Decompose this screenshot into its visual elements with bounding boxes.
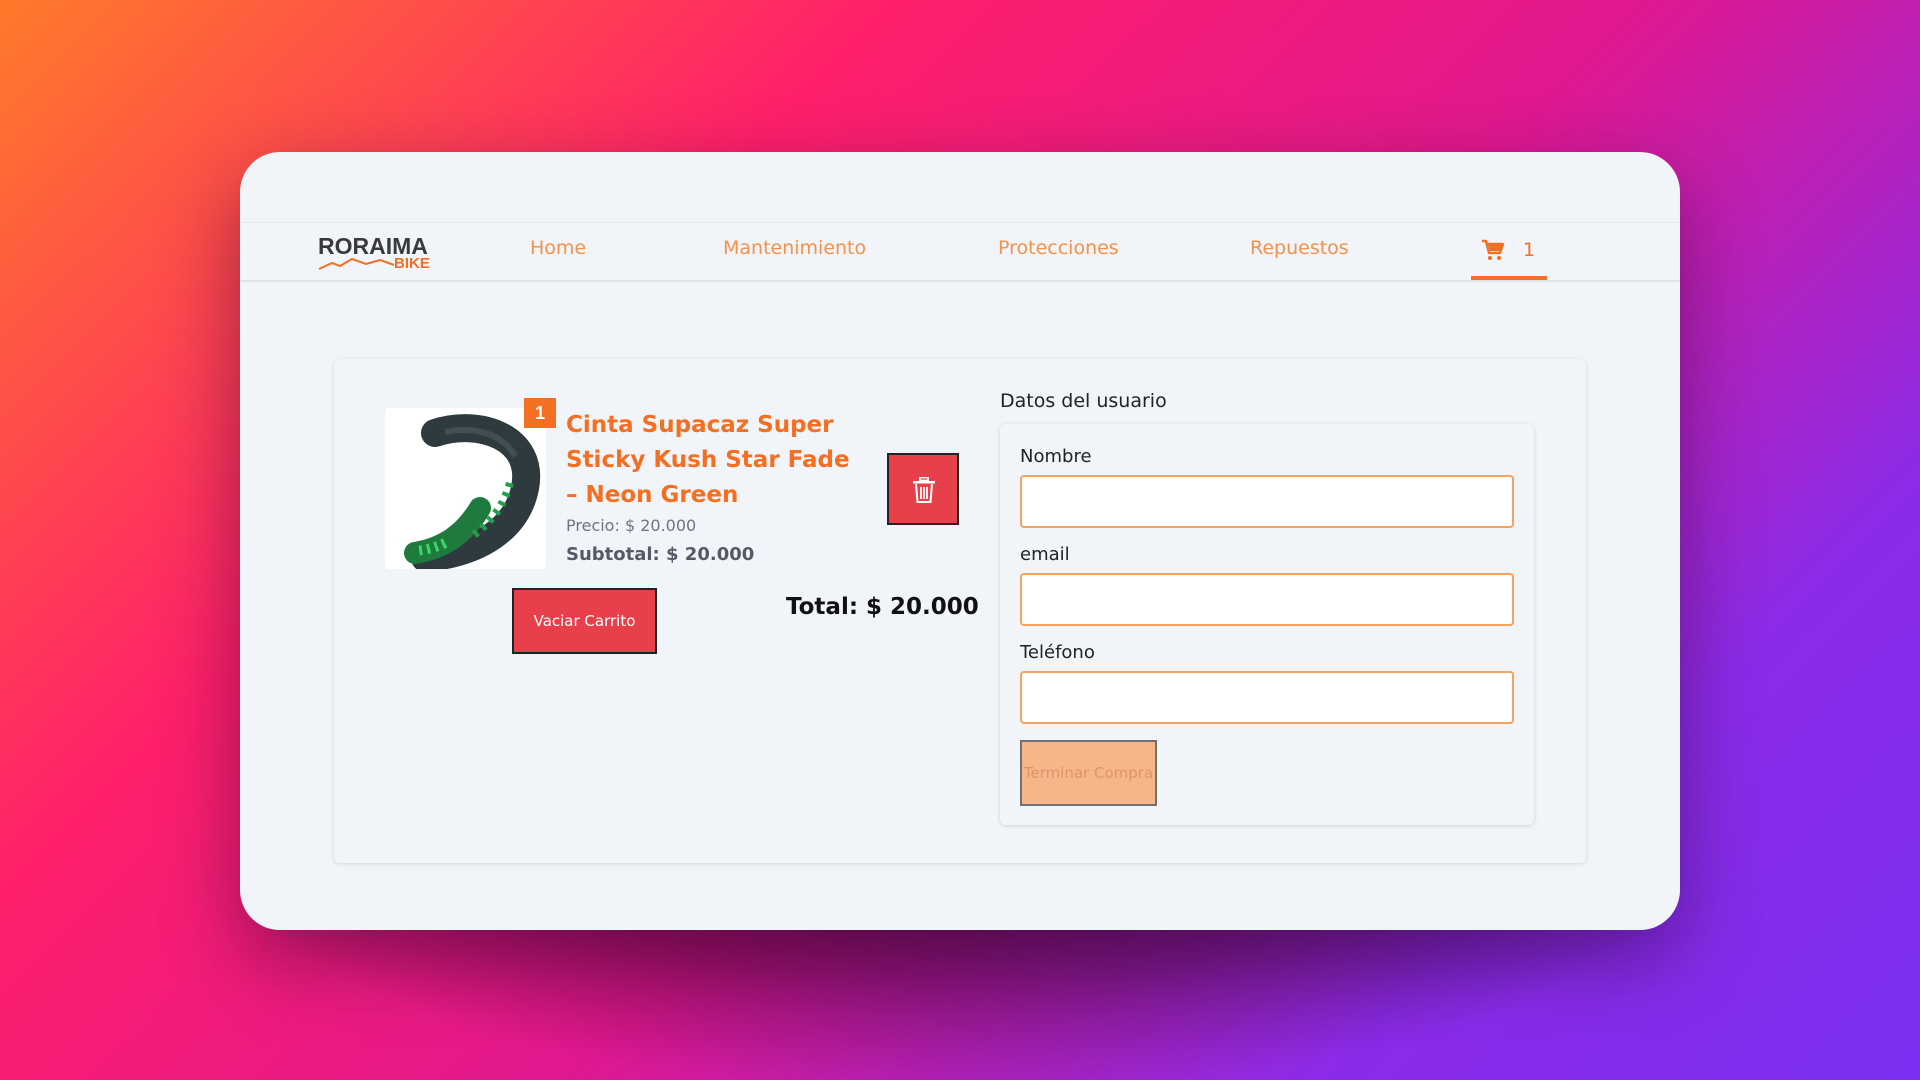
nav-protecciones[interactable]: Protecciones <box>998 237 1119 259</box>
cart-icon <box>1482 239 1505 260</box>
cart-count: 1 <box>1523 239 1536 261</box>
form-title: Datos del usuario <box>1000 390 1167 412</box>
logo-mountain-icon <box>318 257 395 270</box>
nombre-input[interactable] <box>1020 475 1514 528</box>
handlebar-tape-image <box>404 414 541 572</box>
email-input[interactable] <box>1020 573 1514 626</box>
nav-home[interactable]: Home <box>530 237 586 259</box>
telefono-input[interactable] <box>1020 671 1514 724</box>
empty-cart-button[interactable]: Vaciar Carrito <box>512 588 657 654</box>
cart-card: 1 Cinta Supacaz Super Sticky Kush Star F… <box>334 359 1586 863</box>
cart-total: Total: $ 20.000 <box>786 594 979 620</box>
nav-mantenimiento[interactable]: Mantenimiento <box>723 237 866 259</box>
submit-purchase-button[interactable]: Terminar Compra <box>1020 740 1157 806</box>
nombre-label: Nombre <box>1020 446 1092 467</box>
email-label: email <box>1020 544 1070 565</box>
product-subtotal: Subtotal: $ 20.000 <box>566 544 755 565</box>
user-form: Nombre email Teléfono Terminar Compra <box>1000 424 1534 825</box>
cart-button[interactable]: 1 <box>1471 223 1547 280</box>
logo[interactable]: RORAIMA BIKE <box>318 233 438 273</box>
telefono-label: Teléfono <box>1020 642 1095 663</box>
product-name[interactable]: Cinta Supacaz Super Sticky Kush Star Fad… <box>566 408 856 513</box>
trash-icon <box>913 477 935 503</box>
nav-repuestos[interactable]: Repuestos <box>1250 237 1349 259</box>
navbar: RORAIMA BIKE Home Mantenimiento Protecci… <box>240 222 1680 282</box>
product-image[interactable] <box>385 408 546 572</box>
browser-window: RORAIMA BIKE Home Mantenimiento Protecci… <box>240 152 1680 930</box>
delete-item-button[interactable] <box>887 453 959 525</box>
logo-subtext: BIKE <box>394 255 430 272</box>
quantity-badge: 1 <box>524 398 556 428</box>
product-price: Precio: $ 20.000 <box>566 516 697 535</box>
